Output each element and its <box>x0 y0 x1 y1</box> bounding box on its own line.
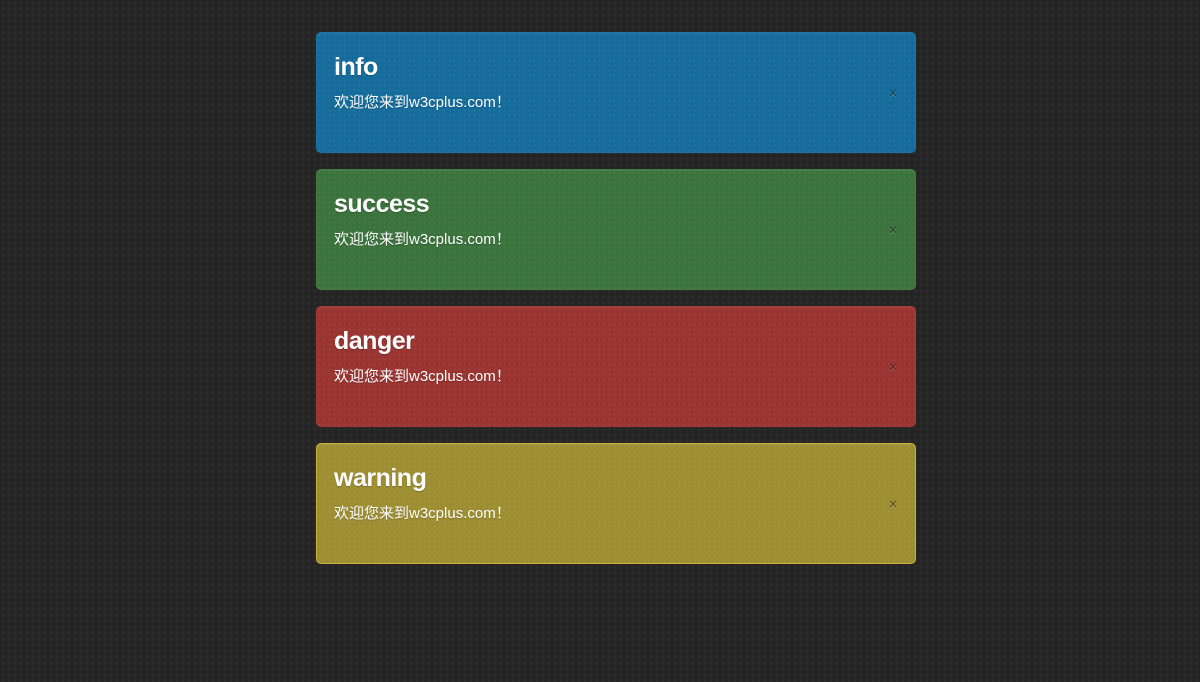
alert-title: danger <box>334 327 415 355</box>
alert-title: success <box>334 190 430 218</box>
alert-message: 欢迎您来到w3cplus.com！ <box>334 368 511 385</box>
close-icon[interactable]: × <box>885 85 901 101</box>
alert-message: 欢迎您来到w3cplus.com！ <box>334 94 511 111</box>
alert-danger: danger 欢迎您来到w3cplus.com！ × <box>316 306 916 427</box>
alert-message: 欢迎您来到w3cplus.com！ <box>334 231 511 248</box>
alert-title: info <box>334 53 378 81</box>
alert-info: info 欢迎您来到w3cplus.com！ × <box>316 32 916 153</box>
alert-message: 欢迎您来到w3cplus.com！ <box>334 505 511 522</box>
alert-title: warning <box>334 464 427 492</box>
alert-warning: warning 欢迎您来到w3cplus.com！ × <box>316 443 916 564</box>
close-icon[interactable]: × <box>885 496 901 512</box>
alert-stack: info 欢迎您来到w3cplus.com！ × success 欢迎您来到w3… <box>316 32 916 580</box>
alert-success: success 欢迎您来到w3cplus.com！ × <box>316 169 916 290</box>
close-icon[interactable]: × <box>885 222 901 238</box>
close-icon[interactable]: × <box>885 359 901 375</box>
